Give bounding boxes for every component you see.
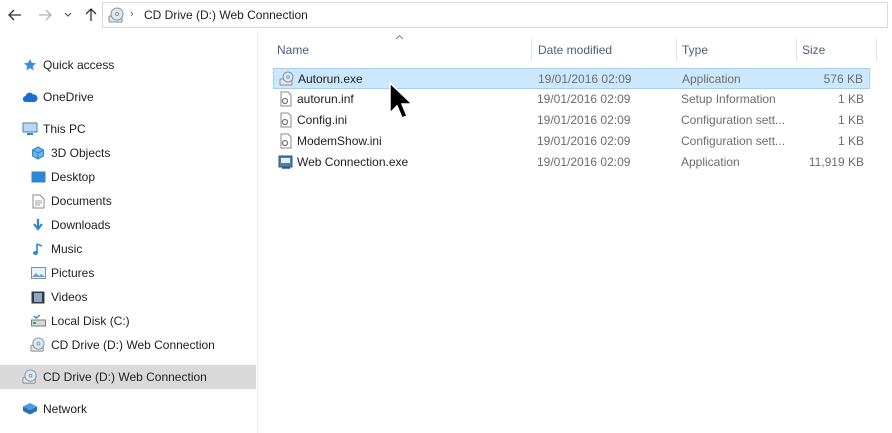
mouse-pointer-icon [389, 82, 413, 119]
cd-drive-icon [30, 337, 46, 353]
settings-file-icon [280, 133, 292, 149]
sidebar-item-label: Network [43, 402, 88, 416]
back-button[interactable] [6, 6, 24, 24]
sidebar-item-documents[interactable]: Documents [30, 189, 112, 213]
sidebar-item-downloads[interactable]: Downloads [30, 213, 110, 237]
sidebar-item-label: Videos [51, 290, 88, 304]
sidebar-item-3d-objects[interactable]: 3D Objects [30, 141, 110, 165]
computer-icon [22, 121, 38, 137]
sidebar-item-label: Desktop [51, 170, 96, 184]
up-button[interactable] [82, 6, 100, 24]
file-size: 576 KB [823, 72, 863, 86]
breadcrumb[interactable]: CD Drive (D:) Web Connection [144, 8, 308, 22]
sidebar-item-music[interactable]: Music [30, 237, 82, 261]
file-date-modified: 19/01/2016 02:09 [538, 72, 632, 86]
sidebar-item-label: Pictures [51, 266, 95, 280]
file-name[interactable]: Autorun.exe [298, 72, 363, 86]
sidebar-item-desktop[interactable]: Desktop [30, 165, 95, 189]
sidebar-item-label: Local Disk (C:) [51, 314, 130, 328]
file-name[interactable]: Web Connection.exe [297, 155, 408, 169]
file-size: 11,919 KB [808, 155, 864, 169]
application-icon [278, 155, 293, 169]
sidebar-item-cd-drive-selected[interactable]: CD Drive (D:) Web Connection [0, 365, 256, 389]
file-size: 1 KB [837, 134, 864, 148]
file-size: 1 KB [837, 92, 864, 106]
download-arrow-icon [30, 217, 46, 233]
sidebar-item-local-disk[interactable]: Local Disk (C:) [30, 309, 130, 333]
file-name[interactable]: ModemShow.ini [297, 134, 382, 148]
column-header-name[interactable]: Name [277, 38, 309, 62]
music-note-icon [30, 241, 46, 257]
drive-icon [30, 313, 46, 329]
column-header-size[interactable]: Size [802, 38, 825, 62]
sidebar-item-quick-access[interactable]: Quick access [22, 53, 114, 77]
file-row-web-connection-exe[interactable]: Web Connection.exe 19/01/2016 02:09 Appl… [273, 152, 870, 173]
videos-icon [30, 289, 46, 305]
sidebar-item-label: CD Drive (D:) Web Connection [51, 338, 215, 352]
column-divider[interactable] [676, 38, 677, 62]
sidebar-item-this-pc[interactable]: This PC [22, 117, 86, 141]
file-row-autorun-inf[interactable]: autorun.inf 19/01/2016 02:09 Setup Infor… [273, 89, 870, 110]
sidebar-item-onedrive[interactable]: OneDrive [22, 85, 94, 109]
file-date-modified: 19/01/2016 02:09 [537, 134, 631, 148]
back-arrow-icon [8, 9, 21, 21]
sidebar-item-label: This PC [43, 122, 86, 136]
pictures-icon [30, 265, 46, 281]
documents-icon [30, 193, 46, 209]
file-type: Application [682, 72, 741, 86]
sidebar-item-cd-drive[interactable]: CD Drive (D:) Web Connection [30, 333, 215, 357]
file-row-config-ini[interactable]: Config.ini 19/01/2016 02:09 Configuratio… [273, 110, 870, 131]
file-row-modemshow-ini[interactable]: ModemShow.ini 19/01/2016 02:09 Configura… [273, 131, 870, 152]
file-type: Configuration sett... [681, 113, 786, 127]
sidebar-item-pictures[interactable]: Pictures [30, 261, 94, 285]
file-size: 1 KB [837, 113, 864, 127]
file-type: Setup Information [681, 92, 776, 106]
cd-drive-icon [22, 369, 38, 385]
file-date-modified: 19/01/2016 02:09 [537, 155, 631, 169]
star-icon [22, 57, 38, 73]
column-divider[interactable] [531, 38, 532, 62]
sidebar-item-label: Quick access [43, 58, 115, 72]
settings-file-icon [280, 112, 292, 128]
file-date-modified: 19/01/2016 02:09 [537, 92, 631, 106]
sidebar-item-label: CD Drive (D:) Web Connection [43, 370, 207, 384]
address-box[interactable]: › CD Drive (D:) Web Connection [102, 2, 888, 28]
navigation-bar: › CD Drive (D:) Web Connection [0, 0, 892, 31]
application-icon [279, 71, 294, 86]
recent-locations-button[interactable] [61, 6, 75, 24]
column-divider[interactable] [796, 38, 797, 62]
sidebar-item-network[interactable]: Network [22, 397, 87, 421]
sidebar-item-label: Documents [51, 194, 112, 208]
sidebar-item-label: 3D Objects [51, 146, 111, 160]
file-row-autorun-exe[interactable]: Autorun.exe 19/01/2016 02:09 Application… [273, 68, 870, 89]
up-arrow-icon [85, 8, 97, 21]
forward-arrow-icon [39, 9, 52, 21]
desktop-icon [30, 169, 46, 185]
column-header-type[interactable]: Type [682, 38, 708, 62]
forward-button[interactable] [36, 6, 54, 24]
column-header-date-modified[interactable]: Date modified [538, 38, 612, 62]
sort-ascending-icon [395, 34, 404, 40]
settings-file-icon [280, 91, 292, 107]
navigation-pane: Quick access OneDrive This PC 3D Objects… [0, 31, 258, 433]
breadcrumb-separator[interactable]: › [130, 8, 134, 20]
column-divider[interactable] [876, 38, 877, 62]
cube-icon [30, 145, 46, 161]
sidebar-item-label: Downloads [51, 218, 111, 232]
file-name[interactable]: autorun.inf [297, 92, 354, 106]
file-date-modified: 19/01/2016 02:09 [537, 113, 631, 127]
sidebar-item-videos[interactable]: Videos [30, 285, 87, 309]
sidebar-item-label: Music [51, 242, 83, 256]
file-list-view: Name Date modified Type Size Autorun.exe… [258, 31, 892, 433]
network-icon [22, 401, 38, 417]
chevron-down-icon [64, 12, 72, 17]
cd-drive-icon [108, 7, 124, 23]
file-name[interactable]: Config.ini [297, 113, 347, 127]
file-type: Configuration sett... [681, 134, 786, 148]
sidebar-item-label: OneDrive [43, 90, 94, 104]
file-type: Application [681, 155, 740, 169]
cloud-icon [22, 89, 38, 105]
